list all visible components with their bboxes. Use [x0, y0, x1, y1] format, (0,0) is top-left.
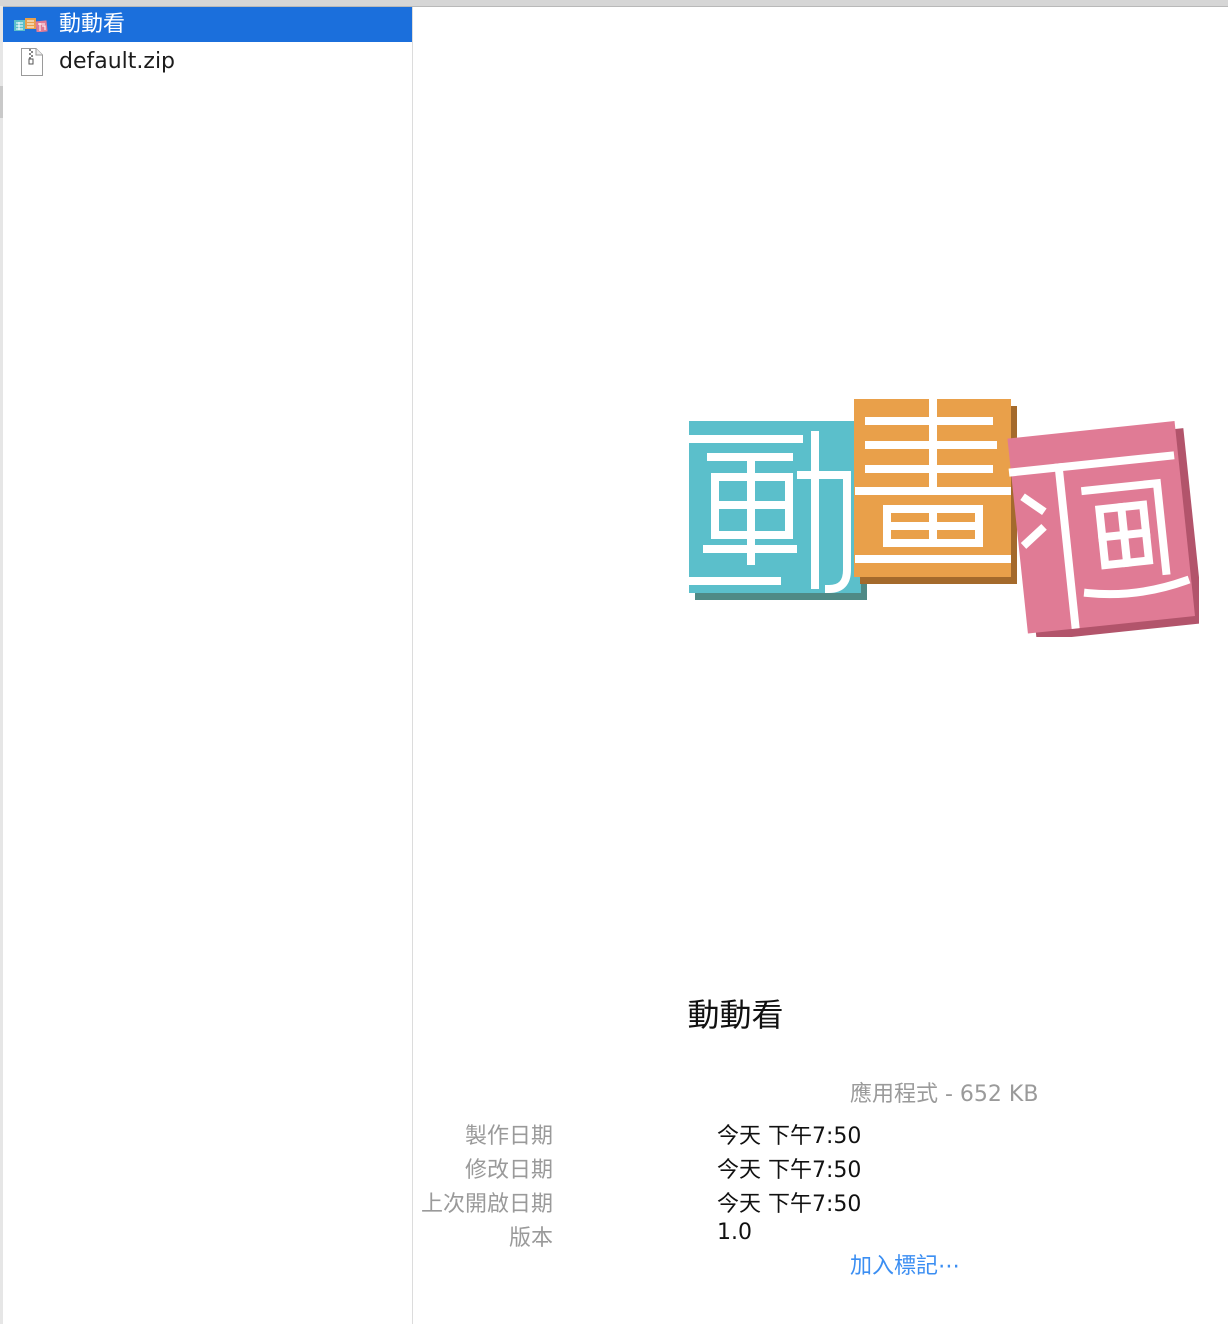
info-row-version: 版本 1.0 — [133, 1220, 833, 1254]
info-label: 修改日期 — [464, 1158, 553, 1183]
app-icon — [14, 18, 48, 32]
info-label: 製作日期 — [464, 1124, 553, 1149]
file-name: default.zip — [59, 49, 176, 74]
info-row-last-opened: 上次開啟日期 今天 下午7:50 — [133, 1186, 861, 1220]
info-label: 版本 — [508, 1226, 553, 1251]
info-row-modified: 修改日期 今天 下午7:50 — [133, 1152, 861, 1186]
info-value: 1.0 — [717, 1220, 752, 1245]
preview-title: 動動看 — [687, 996, 784, 1034]
info-value: 今天 下午7:50 — [717, 1192, 862, 1217]
file-name: 動動看 — [59, 12, 126, 37]
file-row-app[interactable]: 動動看 — [3, 7, 412, 42]
app-large-icon — [689, 395, 1199, 637]
kind-and-size: 應用程式 - 652 KB — [850, 1082, 1039, 1107]
info-value: 今天 下午7:50 — [717, 1124, 862, 1149]
add-tags-link[interactable]: 加入標記⋯ — [850, 1248, 960, 1280]
window-top-border — [0, 0, 1228, 7]
info-value: 今天 下午7:50 — [717, 1158, 862, 1183]
info-label: 上次開啟日期 — [420, 1192, 553, 1217]
zip-file-icon — [21, 48, 43, 76]
finder-window: 動動看 default.zip 動動看 應用程式 - 652 KB 製作日期 今… — [0, 0, 1228, 1324]
info-row-created: 製作日期 今天 下午7:50 — [133, 1118, 861, 1152]
file-row-zip[interactable]: default.zip — [3, 44, 412, 79]
